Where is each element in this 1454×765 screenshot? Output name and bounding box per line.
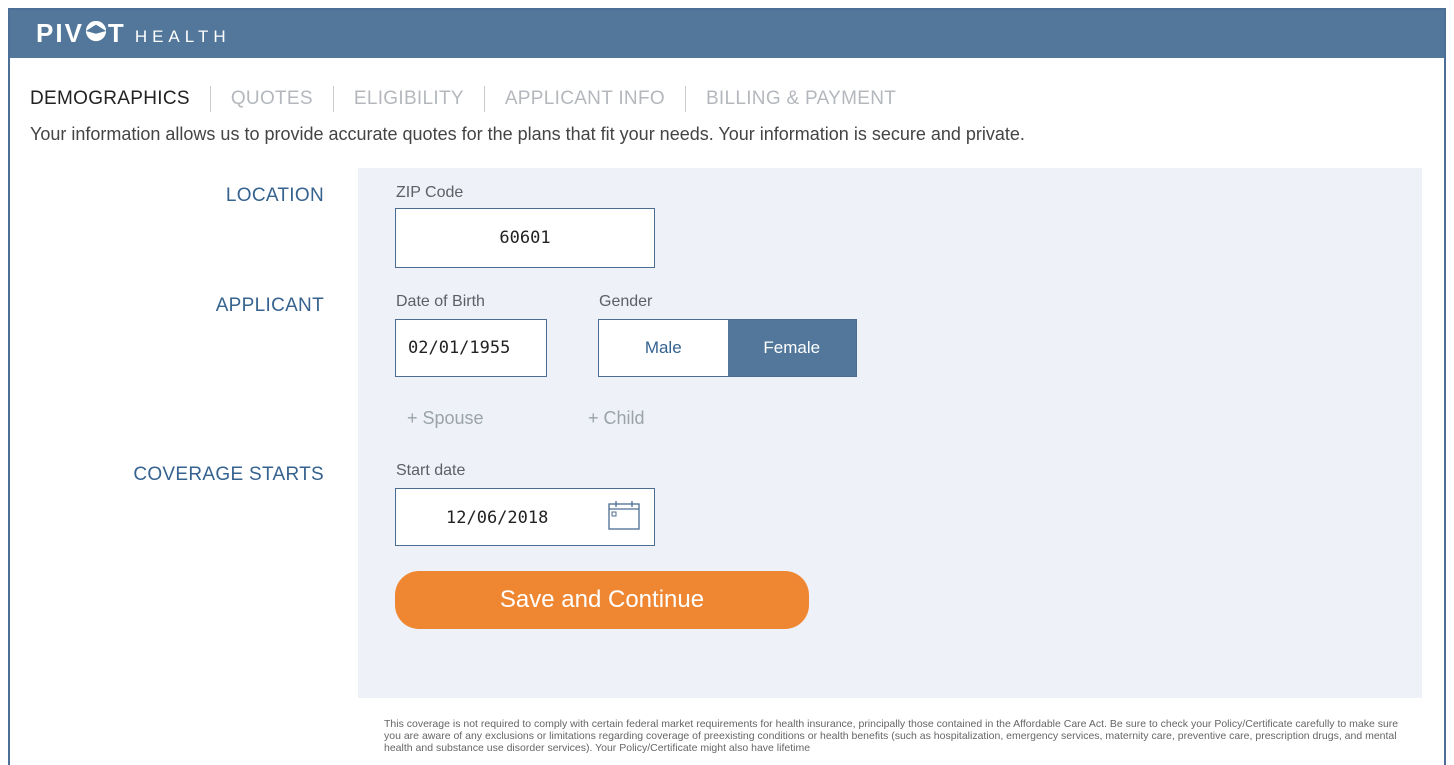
zip-code-input[interactable]: 60601 (395, 208, 655, 268)
step-billing-payment[interactable]: BILLING & PAYMENT (706, 88, 896, 110)
start-date-field[interactable]: 12/06/2018 (395, 488, 655, 546)
gender-toggle: Male Female (598, 319, 857, 377)
brand-subtitle: HEALTH (134, 27, 231, 46)
nav-divider (209, 86, 211, 112)
add-child-link[interactable]: + Child (588, 408, 645, 429)
add-spouse-link[interactable]: + Spouse (407, 408, 484, 429)
brand-logo-icon (85, 20, 107, 42)
brand-name-left: PIV (36, 18, 84, 48)
date-of-birth-label: Date of Birth (396, 293, 485, 310)
step-eligibility[interactable]: ELIGIBILITY (354, 88, 464, 110)
gender-male-button[interactable]: Male (599, 320, 728, 376)
header-bar: PIV T HEALTH (10, 10, 1444, 58)
nav-divider (332, 86, 334, 112)
start-date-label: Start date (396, 462, 466, 479)
step-applicant-info[interactable]: APPLICANT INFO (505, 88, 665, 110)
nav-divider (684, 86, 686, 112)
step-demographics[interactable]: DEMOGRAPHICS (30, 88, 190, 110)
calendar-icon[interactable] (608, 500, 640, 530)
intro-text: Your information allows us to provide ac… (30, 124, 1025, 144)
save-and-continue-button[interactable]: Save and Continue (395, 571, 809, 629)
gender-label: Gender (599, 293, 653, 310)
section-label-location: LOCATION (225, 185, 324, 206)
nav-divider (483, 86, 485, 112)
step-nav: DEMOGRAPHICS QUOTES ELIGIBILITY APPLICAN… (30, 86, 896, 112)
disclaimer-text: This coverage is not required to comply … (384, 718, 1399, 754)
start-date-value: 12/06/2018 (446, 508, 549, 528)
brand-name-right: T (107, 18, 126, 48)
section-label-applicant: APPLICANT (215, 295, 324, 316)
brand-logo[interactable]: PIV T HEALTH (36, 18, 231, 49)
zip-code-label: ZIP Code (396, 184, 464, 201)
section-label-coverage-starts: COVERAGE STARTS (133, 464, 324, 485)
step-quotes[interactable]: QUOTES (231, 88, 313, 110)
date-of-birth-input[interactable]: 02/01/1955 (395, 319, 547, 377)
gender-female-button[interactable]: Female (727, 320, 856, 376)
